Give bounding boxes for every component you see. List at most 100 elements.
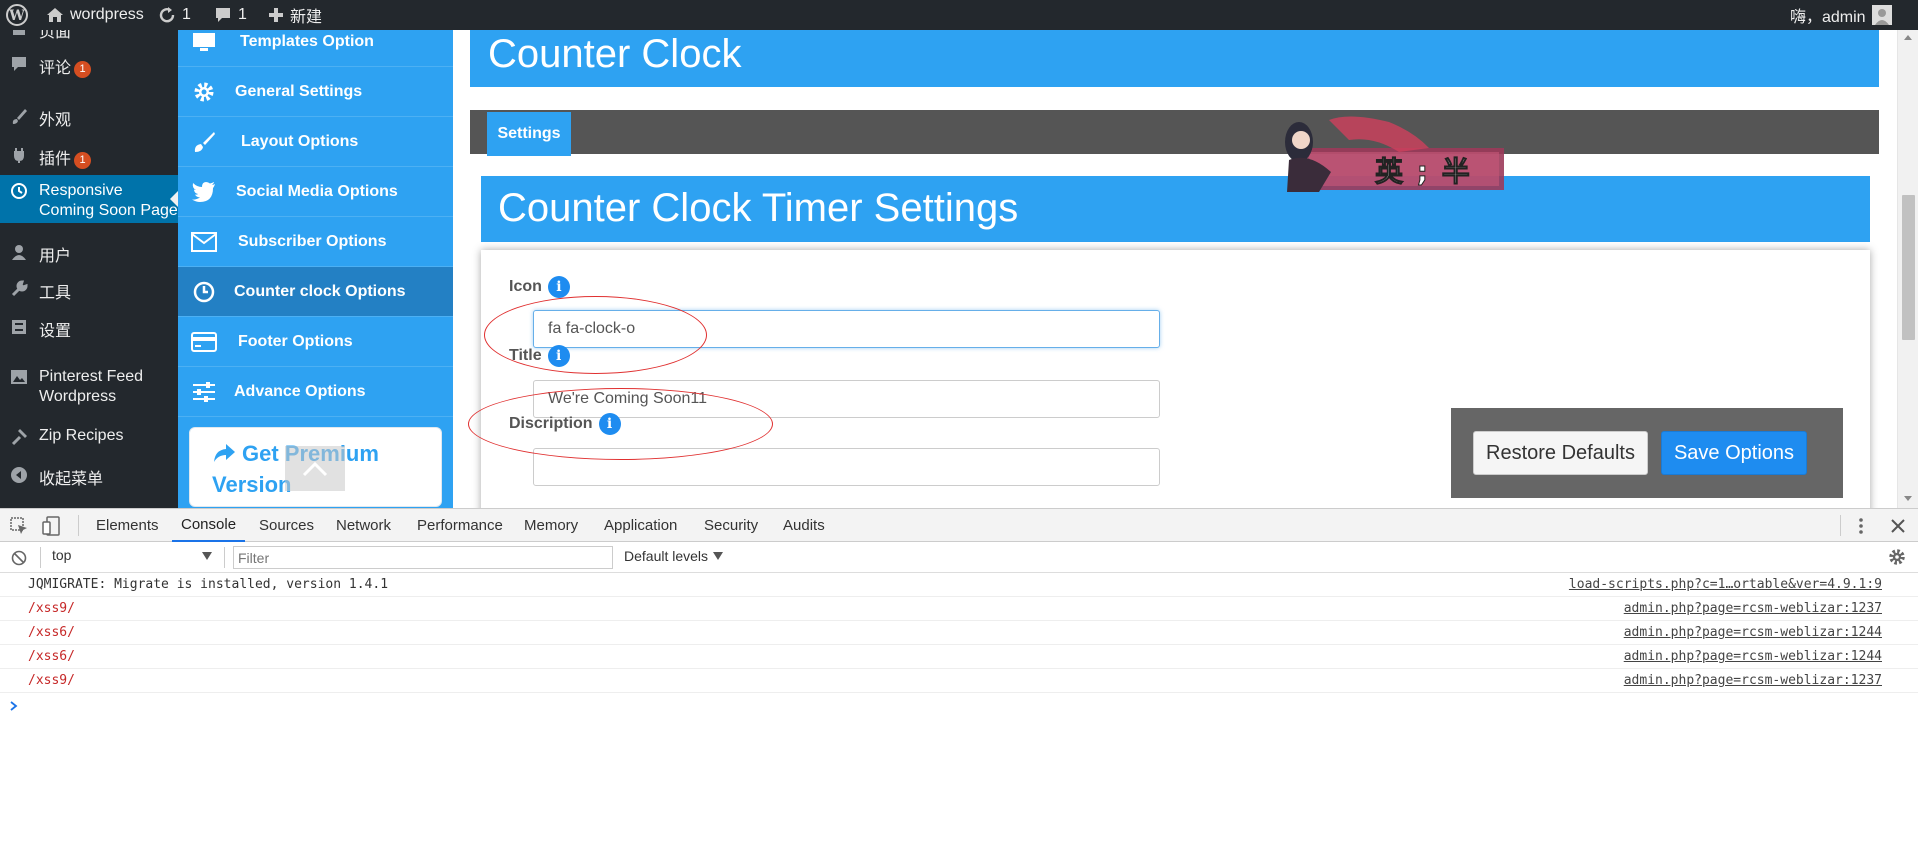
page-scrollbar[interactable] [1897,30,1918,508]
log-source-link[interactable]: load-scripts.php?c=1…ortable&ver=4.9.1:9 [1569,577,1882,592]
image-icon [9,367,29,387]
description-input[interactable] [533,448,1160,486]
wp-menu-collapse[interactable]: 收起菜单 [0,465,178,493]
page-icon [9,30,29,38]
devtools-tab-application[interactable]: Application [604,509,677,542]
close-icon[interactable] [1891,519,1905,537]
devtools-tab-elements[interactable]: Elements [96,509,159,542]
log-message: /xss9/ [28,601,75,616]
plugin-menu-item-subscriber[interactable]: Subscriber Options [178,217,453,267]
wp-menu-label: 收起菜单 [39,471,104,488]
plugin-menu-item-general[interactable]: General Settings [178,67,453,117]
wp-menu-label: Pinterest Feed Wordpress [39,368,144,405]
paintbrush-icon [190,130,218,154]
console-prompt[interactable] [0,694,1918,718]
tab-settings[interactable]: Settings [487,112,571,156]
log-source-link[interactable]: admin.php?page=rcsm-weblizar:1237 [1624,673,1882,688]
devtools-tab-performance[interactable]: Performance [417,509,503,542]
devtools-tab-audits[interactable]: Audits [783,509,825,542]
scroll-to-top-button[interactable] [285,446,345,491]
save-options-button[interactable]: Save Options [1661,431,1807,475]
site-name-link[interactable]: wordpress [46,0,144,30]
log-levels-label: Default levels [624,548,709,564]
account-link[interactable]: 嗨，admin [1790,0,1892,30]
comments-link[interactable]: 1 [214,0,247,30]
log-message: /xss6/ [28,649,75,664]
comment-icon [216,8,230,22]
console-log-row: /xss6/ admin.php?page=rcsm-weblizar:1244 [0,645,1918,669]
updates-link[interactable]: 1 [158,0,191,30]
wp-menu-label: Zip Recipes [39,427,124,444]
scroll-down-arrow-icon[interactable] [1904,496,1912,501]
get-premium-button[interactable]: Get Premium Version [189,427,442,507]
paintbrush-icon [9,106,29,126]
scrollbar-thumb[interactable] [1902,195,1915,340]
info-icon[interactable]: i [547,276,570,298]
log-source-link[interactable]: admin.php?page=rcsm-weblizar:1244 [1624,649,1882,664]
console-log-row: JQMIGRATE: Migrate is installed, version… [0,573,1918,597]
log-message: /xss6/ [28,625,75,640]
description-field-label: Discription i [509,413,621,435]
wp-menu-item-comments[interactable]: 评论 1 [0,54,178,82]
console-toolbar: top Default levels [0,542,1918,573]
greeting: 嗨，admin [1790,9,1866,26]
plugin-menu-item-layout[interactable]: Layout Options [178,117,453,167]
device-toolbar-icon[interactable] [42,516,62,540]
comment-icon [9,54,29,74]
wp-menu-item-users[interactable]: 用户 [0,242,178,270]
plugin-menu-item-templates[interactable]: Templates Option [178,30,453,67]
dropdown-arrow-icon [202,552,212,560]
devtools-tab-memory[interactable]: Memory [524,509,578,542]
clock-icon [190,280,218,304]
wp-menu-item-plugins[interactable]: 插件 1 [0,145,178,173]
log-message: JQMIGRATE: Migrate is installed, version… [28,577,389,592]
icon-input[interactable] [533,310,1160,348]
wp-menu-item-settings[interactable]: 设置 [0,317,178,345]
wp-menu-label: 设置 [39,323,72,340]
screenshot-root: W wordpress 1 1 新建 嗨，admin 页面 评论 1 外观 插件… [0,0,1918,867]
wrench-icon [9,279,29,299]
dropdown-arrow-icon [713,552,724,560]
log-levels-dropdown[interactable]: Default levels [624,548,724,564]
devtools-tab-console[interactable]: Console [172,509,246,542]
scroll-up-arrow-icon[interactable] [1904,35,1912,40]
hammer-icon [9,427,29,447]
clear-console-icon[interactable] [11,550,27,570]
home-icon [47,8,63,22]
title-input[interactable] [533,380,1160,418]
devtools-tab-security[interactable]: Security [704,509,758,542]
chevron-right-icon [10,701,18,711]
wp-menu-item-tools[interactable]: 工具 [0,279,178,307]
info-icon[interactable]: i [598,413,621,435]
share-arrow-icon [214,444,235,462]
user-icon [9,242,29,262]
wp-menu-item-responsive-coming-soon[interactable]: Responsive Coming Soon Page [0,175,178,223]
devtools-tab-sources[interactable]: Sources [259,509,314,542]
console-filter-input[interactable] [233,546,613,569]
plugin-menu-item-social[interactable]: Social Media Options [178,167,453,217]
plugin-menu-item-counter-clock[interactable]: Counter clock Options [178,267,453,317]
plugin-icon [9,145,29,165]
wp-menu-label: 评论 [39,60,72,77]
wp-logo-icon[interactable]: W [6,0,28,30]
more-options-icon[interactable] [1858,517,1864,539]
log-source-link[interactable]: admin.php?page=rcsm-weblizar:1244 [1624,625,1882,640]
plugin-menu-item-advance[interactable]: Advance Options [178,367,453,417]
divider [78,515,79,536]
wp-menu-item-zip-recipes[interactable]: Zip Recipes [0,427,178,455]
info-icon[interactable]: i [547,345,570,367]
wp-menu-label: 用户 [39,248,72,265]
devtools-tab-network[interactable]: Network [336,509,391,542]
plugin-menu-item-footer[interactable]: Footer Options [178,317,453,367]
log-source-link[interactable]: admin.php?page=rcsm-weblizar:1237 [1624,601,1882,616]
plugin-menu-label: Templates Option [240,32,374,50]
wp-menu-item-pinterest[interactable]: Pinterest Feed Wordpress [0,367,178,411]
new-content-link[interactable]: 新建 [268,0,322,30]
plugin-options-menu: Templates Option General Settings Layout… [178,30,453,508]
inspect-element-icon[interactable] [10,517,28,539]
restore-defaults-button[interactable]: Restore Defaults [1473,431,1648,475]
wp-menu-item-appearance[interactable]: 外观 [0,106,178,134]
console-settings-gear-icon[interactable] [1888,548,1906,570]
wp-menu-item-pages[interactable]: 页面 [0,30,178,41]
context-selector[interactable]: top [52,547,216,569]
